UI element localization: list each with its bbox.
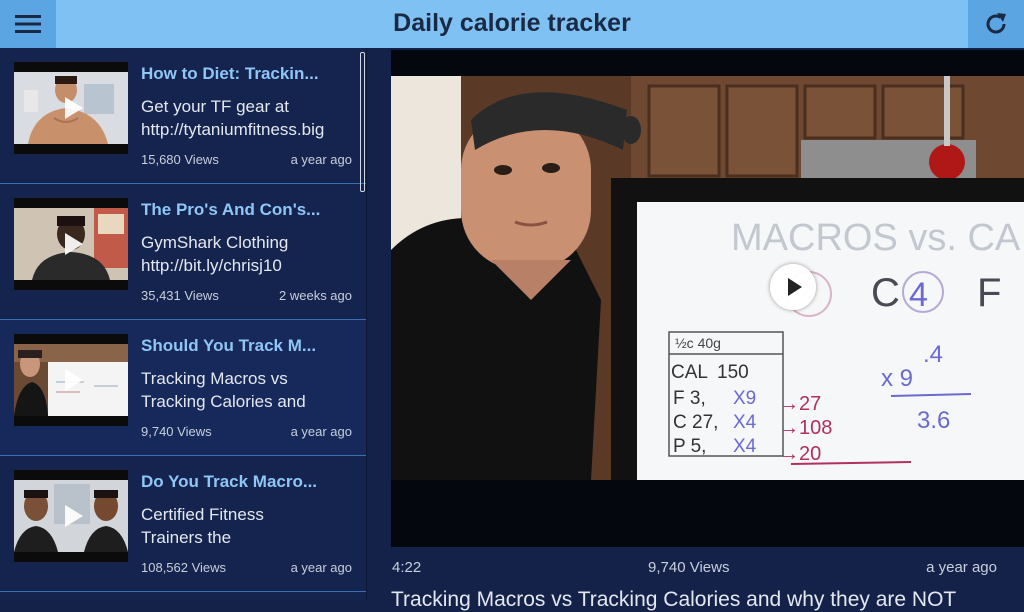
video-description: Tracking Macros vs Tracking Calories and [141,367,357,413]
svg-text:.4: .4 [923,341,943,368]
video-thumbnail [14,62,128,154]
video-list-item[interactable]: The Pro's And Con's... GymShark Clothing… [0,184,366,320]
menu-button[interactable] [0,0,56,48]
svg-text:x 9: x 9 [881,365,913,392]
description-line: GymShark Clothing [141,233,289,252]
view-count: 35,431 Views [141,288,219,303]
play-button[interactable] [770,264,816,310]
description-line: Tracking Calories and [141,392,306,411]
video-view-count: 9,740 Views [648,559,730,576]
view-count: 15,680 Views [141,152,219,167]
refresh-icon [986,13,1006,34]
video-list[interactable]: How to Diet: Trackin... Get your TF gear… [0,48,366,600]
video-title[interactable]: The Pro's And Con's... [141,200,355,220]
upload-date: a year ago [290,152,352,167]
description-line: Certified Fitness [141,505,264,524]
svg-text:→20: →20 [779,443,821,465]
video-player[interactable]: MACROS vs. CA C 4 F ½c 40g CAL 150 F 3, … [391,50,1024,547]
svg-text:150: 150 [717,362,749,383]
play-icon [65,369,83,391]
video-thumbnail [14,198,128,290]
description-line: http://tytaniumfitness.big [141,120,325,139]
refresh-button[interactable] [968,0,1024,48]
video-upload-date: a year ago [926,559,997,576]
svg-text:X4: X4 [733,436,757,457]
svg-text:C: C [871,271,900,315]
video-thumbnail [14,334,128,426]
description-line: Tracking Macros vs [141,369,288,388]
upload-date: 2 weeks ago [279,288,352,303]
description-line: http://bit.ly/chrisj10 [141,256,282,275]
upload-date: a year ago [290,424,352,439]
top-app-bar: Daily calorie tracker [0,0,1024,48]
video-frame: MACROS vs. CA C 4 F ½c 40g CAL 150 F 3, … [391,50,1024,547]
video-list-item[interactable]: Do You Track Macro... Certified Fitness … [0,456,366,592]
upload-date: a year ago [290,560,352,575]
svg-text:½c 40g: ½c 40g [675,335,721,351]
description-line: Get your TF gear at [141,97,290,116]
svg-text:X4: X4 [733,412,757,433]
video-description: Certified Fitness Trainers the [141,503,357,549]
play-icon [65,97,83,119]
description-line: Trainers the [141,528,232,547]
play-icon [65,505,83,527]
svg-text:→108: →108 [779,417,832,439]
panel-divider [366,48,367,600]
video-title[interactable]: How to Diet: Trackin... [141,64,355,84]
hamburger-menu-icon [15,15,41,33]
svg-text:→27: →27 [779,393,821,415]
video-duration: 4:22 [392,559,422,576]
svg-text:P 5,: P 5, [673,436,706,457]
video-description: Get your TF gear at http://tytaniumfitne… [141,95,357,141]
svg-text:F 3,: F 3, [673,388,706,409]
video-thumbnail [14,470,128,562]
whiteboard-heading: MACROS vs. CA [731,217,1021,259]
view-count: 108,562 Views [141,560,227,575]
svg-text:C 27,: C 27, [673,412,718,433]
play-icon [65,233,83,255]
video-title-full: Tracking Macros vs Tracking Calories and… [391,588,957,611]
video-list-item[interactable]: Should You Track M... Tracking Macros vs… [0,320,366,456]
video-title[interactable]: Do You Track Macro... [141,472,355,492]
svg-text:4: 4 [909,276,928,314]
svg-text:3.6: 3.6 [917,407,950,434]
page-title: Daily calorie tracker [393,9,631,37]
svg-text:X9: X9 [733,388,756,409]
video-title[interactable]: Should You Track M... [141,336,355,356]
video-list-item[interactable]: How to Diet: Trackin... Get your TF gear… [0,48,366,184]
video-description: GymShark Clothing http://bit.ly/chrisj10 [141,231,357,277]
view-count: 9,740 Views [141,424,212,439]
svg-text:F: F [977,271,1001,315]
scrollbar[interactable] [360,52,365,192]
svg-text:CAL: CAL [671,362,708,383]
